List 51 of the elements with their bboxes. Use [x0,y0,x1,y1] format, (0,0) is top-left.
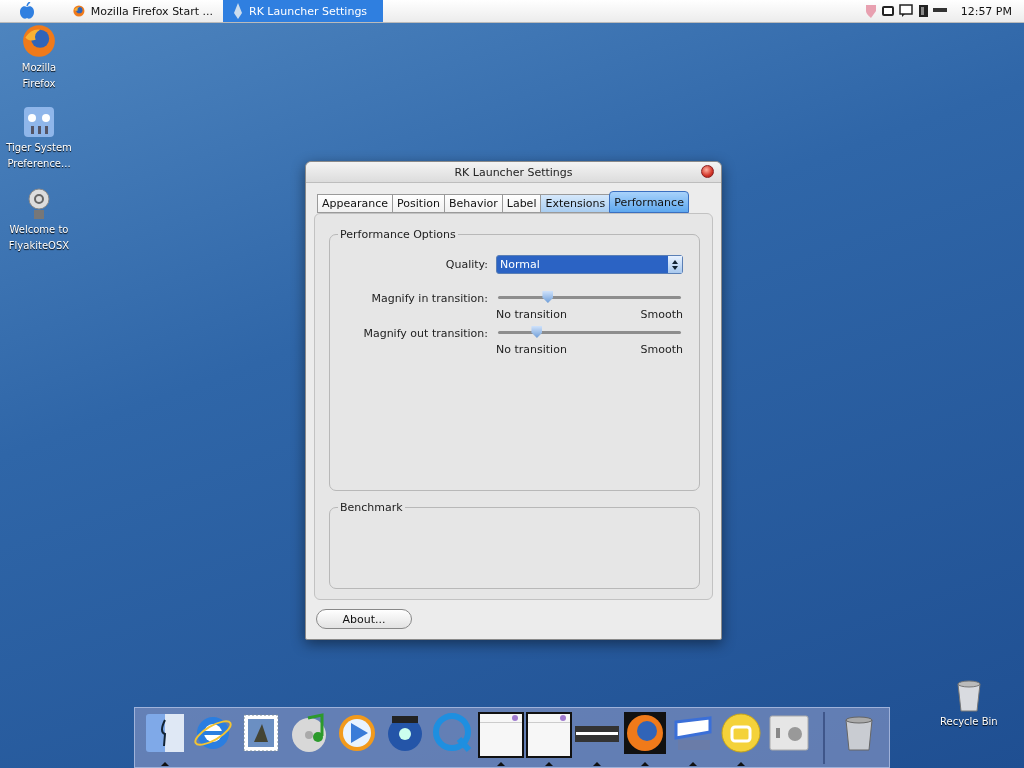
trash-can-icon[interactable] [955,680,982,712]
running-indicator [545,761,553,766]
slider-track[interactable] [498,291,681,305]
field-label: Quality: [444,258,488,271]
taskbar-button[interactable]: Mozilla Firefox Start ... [63,0,223,22]
slider-track[interactable] [498,326,681,340]
slider-min-label: No transition [496,343,567,356]
tab[interactable]: Performance [609,191,689,213]
volume-bar-icon[interactable] [932,8,947,14]
tab[interactable]: Position [392,194,445,213]
running-indicator [737,761,745,766]
slider-min-label: No transition [496,308,567,321]
task-label: RK Launcher Settings [249,4,368,18]
chat-icon[interactable] [898,4,913,18]
about-button[interactable]: About... [316,609,412,629]
running-indicator [641,761,649,766]
desktop-icon-label[interactable]: Tiger System Preference... [6,140,72,172]
tab[interactable]: Extensions [540,194,611,213]
tab[interactable]: Behavior [443,194,503,213]
taskbar-button[interactable]: RK Launcher Settings [223,0,383,22]
running-indicator [689,761,697,766]
task-label: Mozilla Firefox Start ... [90,4,213,18]
slider-thumb[interactable] [531,326,543,338]
close-button[interactable] [701,165,714,178]
running-indicator [593,761,601,766]
desktop-icon-label[interactable]: Mozilla Firefox [21,60,57,92]
tab[interactable]: Appearance [317,194,394,213]
firefox-icon [73,4,85,18]
group-title: Performance Options [339,228,457,241]
window-thumbnail-icon [477,711,524,758]
apple-logo-icon[interactable] [19,2,35,20]
group-title: Benchmark [339,500,404,514]
running-indicator [497,761,505,766]
desktop-icon-label[interactable]: Recycle Bin [940,714,998,730]
firefox-icon [623,711,666,754]
field-label: Magnify out transition: [362,326,488,340]
q-logo-icon [431,711,474,754]
quality-dropdown[interactable]: Normal [496,255,683,274]
window-thumbnail-icon [525,711,572,758]
monitor-icon[interactable] [880,5,895,17]
slider-thumb[interactable] [542,291,554,303]
running-indicator [161,761,169,766]
slider-max-label: Smooth [640,343,683,356]
slider-max-label: Smooth [640,308,683,321]
updown-icon [672,259,678,270]
firefox-icon [22,24,56,58]
tab[interactable]: Label [501,194,542,213]
desktop-icon-label[interactable]: Welcome to FlyakiteOSX [8,222,70,254]
clock[interactable]: 12:57 PM [960,4,1012,18]
window-title: RK Launcher Settings [454,165,573,179]
field-label: Magnify in transition: [370,291,488,305]
